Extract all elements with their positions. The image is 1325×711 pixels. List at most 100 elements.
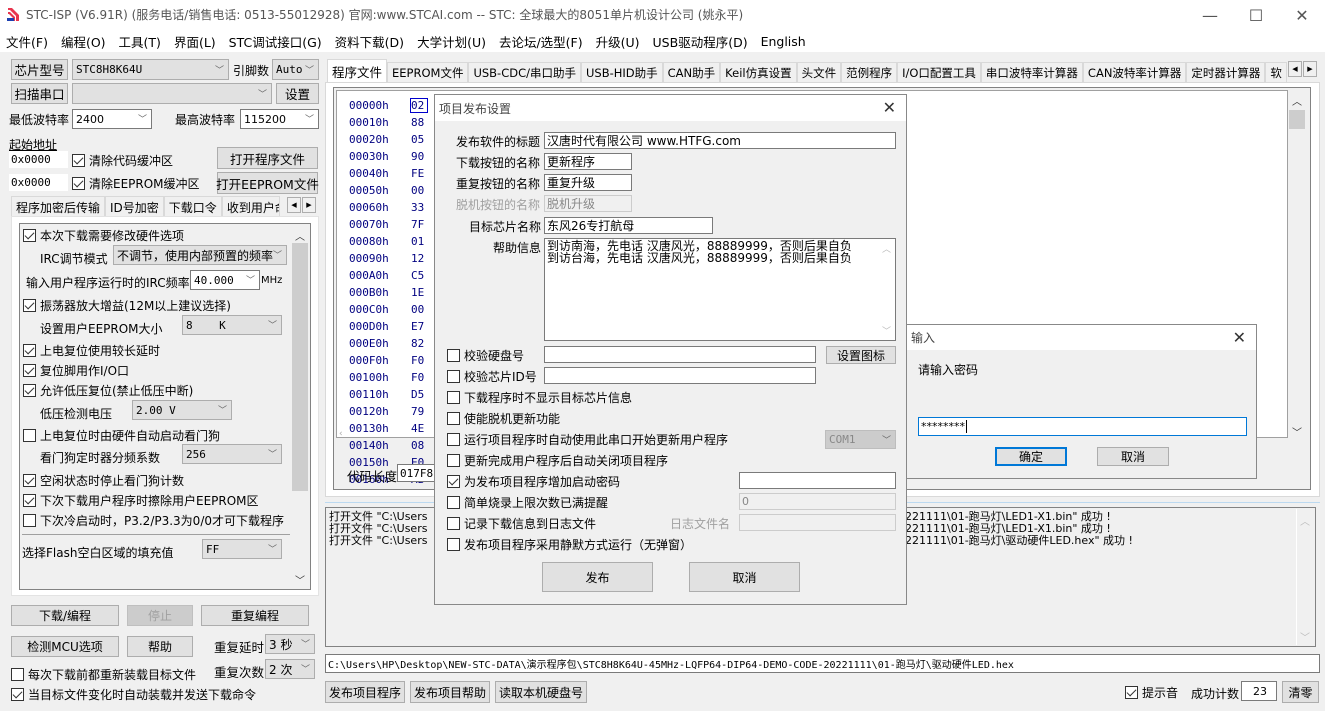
tab-can-helper[interactable]: CAN助手	[662, 62, 721, 83]
help-info-textarea[interactable]: 到访南海，先电话 汉唐风光，88889999，否则后果自负 到访台海，先电话 汉…	[544, 238, 896, 341]
hex-byte[interactable]: 12	[411, 252, 433, 265]
hex-byte[interactable]: 08	[411, 439, 433, 452]
ok-button[interactable]: 确定	[995, 447, 1067, 466]
tab-more[interactable]: 软	[1265, 62, 1287, 83]
password-input[interactable]	[739, 472, 896, 489]
publish-button[interactable]: 发布	[542, 562, 653, 592]
min-baud-select[interactable]: 2400 ﹀	[72, 109, 152, 129]
clear-eeprom-checkbox[interactable]: 清除EEPROM缓冲区	[72, 175, 200, 192]
reset-io-checkbox[interactable]: 复位脚用作I/O口	[23, 362, 129, 379]
wdt-div-select[interactable]: 256 ﹀	[182, 444, 282, 464]
low-volt-select[interactable]: 2.00 V ﹀	[132, 400, 232, 420]
fill-value-select[interactable]: FF ﹀	[202, 539, 282, 559]
irc-mode-select[interactable]: 不调节，使用内部预置的频率 ﹀	[113, 245, 287, 265]
tab-id-encrypt[interactable]: ID号加密	[105, 196, 164, 217]
main-tab-scroll-left[interactable]: ◀	[1288, 61, 1302, 77]
wdt-auto-checkbox[interactable]: 上电复位时由硬件自动启动看门狗	[23, 427, 220, 444]
wdt-idle-checkbox[interactable]: 空闲状态时停止看门狗计数	[23, 472, 184, 489]
repeat-delay-select[interactable]: 3 秒 ﹀	[265, 634, 315, 654]
enable-offline-checkbox[interactable]: 使能脱机更新功能	[447, 410, 560, 427]
tab-keil-debug[interactable]: Keil仿真设置	[720, 62, 797, 83]
hex-byte[interactable]: 00	[411, 184, 433, 197]
hex-byte[interactable]: 4E	[411, 422, 433, 435]
download-program-button[interactable]: 下载/编程	[11, 605, 119, 626]
hex-byte[interactable]: 33	[411, 201, 433, 214]
minimize-button[interactable]: —	[1187, 0, 1233, 30]
hex-byte[interactable]: FE	[411, 167, 433, 180]
limit-count-input[interactable]: 0	[739, 493, 896, 510]
low-volt-reset-checkbox[interactable]: 允许低压复位(禁止低压中断)	[23, 382, 193, 399]
options-scrollbar[interactable]: ︿ ﹀	[291, 224, 309, 589]
irc-freq-select[interactable]: 40.000 ﹀	[190, 270, 260, 290]
menu-interface[interactable]: 界面(L)	[174, 32, 216, 51]
menu-university[interactable]: 大学计划(U)	[417, 32, 486, 51]
chip-id-input[interactable]	[544, 367, 816, 384]
read-disk-id-button[interactable]: 读取本机硬盘号	[495, 681, 587, 703]
menu-program[interactable]: 编程(O)	[61, 32, 106, 51]
limit-remind-checkbox[interactable]: 简单烧录上限次数已满提醒	[447, 494, 608, 511]
port-select[interactable]: ﹀	[72, 83, 272, 104]
menu-file[interactable]: 文件(F)	[6, 32, 48, 51]
input-cancel-button[interactable]: 取消	[1097, 447, 1169, 466]
eeprom-address-input[interactable]: 0x0000	[9, 174, 68, 191]
hex-byte[interactable]: F0	[411, 371, 433, 384]
hex-byte[interactable]: 88	[411, 116, 433, 129]
silent-mode-checkbox[interactable]: 发布项目程序采用静默方式运行（无弹窗）	[447, 536, 692, 553]
settings-button[interactable]: 设置	[276, 83, 319, 104]
log-file-name-input[interactable]	[739, 514, 896, 531]
code-address-input[interactable]: 0x0000	[9, 151, 68, 168]
erase-eeprom-checkbox[interactable]: 下次下载用户程序时擦除用户EEPROM区	[23, 492, 259, 509]
repeat-name-input[interactable]: 重复升级	[544, 174, 632, 191]
publish-cancel-button[interactable]: 取消	[689, 562, 800, 592]
hide-chip-info-checkbox[interactable]: 下载程序时不显示目标芯片信息	[447, 389, 632, 406]
tab-usb-hid[interactable]: USB-HID助手	[581, 62, 663, 83]
main-tab-scroll-right[interactable]: ▶	[1303, 61, 1317, 77]
scrollbar-thumb[interactable]	[1289, 110, 1305, 129]
tab-download-password[interactable]: 下载口令	[163, 196, 222, 217]
clear-code-checkbox[interactable]: 清除代码缓冲区	[72, 152, 173, 169]
hex-byte[interactable]: 79	[411, 405, 433, 418]
osc-gain-checkbox[interactable]: 振荡器放大增益(12M以上建议选择)	[23, 297, 231, 314]
hex-byte[interactable]: D5	[411, 388, 433, 401]
auto-port-checkbox[interactable]: 运行项目程序时自动使用此串口开始更新用户程序	[447, 431, 728, 448]
repeat-count-select[interactable]: 2 次 ﹀	[265, 659, 315, 679]
soft-title-input[interactable]: 汉唐时代有限公司 www.HTFG.com	[544, 132, 896, 149]
help-button[interactable]: 帮助	[127, 636, 193, 657]
close-button[interactable]: ✕	[1279, 0, 1325, 30]
eeprom-size-select[interactable]: 8 K ﹀	[182, 315, 282, 335]
tab-io-config[interactable]: I/O口配置工具	[897, 62, 981, 83]
maximize-button[interactable]: ☐	[1233, 0, 1279, 30]
modify-hw-checkbox[interactable]: 本次下载需要修改硬件选项	[23, 227, 184, 244]
target-chip-input[interactable]: 东风26专打航母	[544, 217, 713, 234]
tab-program-file[interactable]: 程序文件	[327, 59, 388, 83]
tab-usb-cdc[interactable]: USB-CDC/串口助手	[468, 62, 581, 83]
hex-byte[interactable]: 01	[411, 235, 433, 248]
tab-examples[interactable]: 范例程序	[841, 62, 898, 83]
stop-button[interactable]: 停止	[127, 605, 193, 626]
tab-encrypt-transfer[interactable]: 程序加密后传输	[11, 196, 106, 217]
hex-byte[interactable]: 02	[410, 98, 428, 113]
hex-byte[interactable]: 7F	[411, 218, 433, 231]
publish-help-button[interactable]: 发布项目帮助	[410, 681, 490, 703]
menu-docs[interactable]: 资料下载(D)	[335, 32, 404, 51]
tab-timer-calc[interactable]: 定时器计算器	[1186, 62, 1266, 83]
tab-uart-baud-calc[interactable]: 串口波特率计算器	[980, 62, 1083, 83]
hex-byte[interactable]: 00	[411, 303, 433, 316]
check-chip-id-checkbox[interactable]: 校验芯片ID号	[447, 368, 537, 385]
close-icon[interactable]: ✕	[883, 98, 896, 117]
detect-mcu-button[interactable]: 检测MCU选项	[11, 636, 119, 657]
auto-close-checkbox[interactable]: 更新完成用户程序后自动关闭项目程序	[447, 452, 668, 469]
menu-upgrade[interactable]: 升级(U)	[596, 32, 640, 51]
hex-byte[interactable]: 05	[411, 133, 433, 146]
hex-byte[interactable]: C5	[411, 269, 433, 282]
tab-header-file[interactable]: 头文件	[796, 62, 842, 83]
cold-boot-checkbox[interactable]: 下次冷启动时，P3.2/P3.3为0/0才可下载程序	[23, 512, 284, 529]
pin-count-select[interactable]: Auto ﹀	[272, 59, 319, 80]
check-disk-checkbox[interactable]: 校验硬盘号	[447, 347, 524, 364]
tab-eeprom-file[interactable]: EEPROM文件	[387, 62, 469, 83]
scan-port-button[interactable]: 扫描串口	[11, 83, 68, 104]
menu-forum[interactable]: 去论坛/选型(F)	[499, 32, 583, 51]
log-file-checkbox[interactable]: 记录下载信息到日志文件	[447, 515, 596, 532]
menu-english[interactable]: English	[761, 34, 806, 49]
max-baud-select[interactable]: 115200 ﹀	[240, 109, 319, 129]
